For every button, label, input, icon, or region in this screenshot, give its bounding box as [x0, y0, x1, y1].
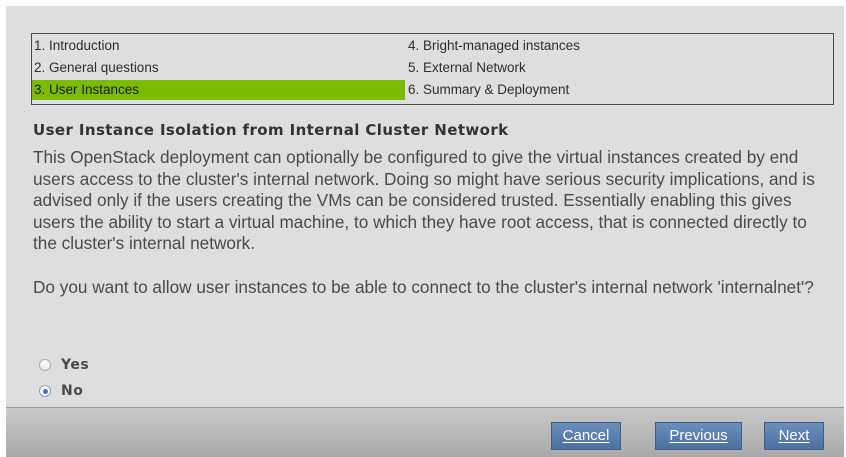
step-summary-deployment[interactable]: 6. Summary & Deployment — [406, 80, 833, 100]
yes-label: Yes — [61, 357, 90, 373]
wizard-steps: 1. Introduction 2. General questions 3. … — [31, 33, 834, 105]
previous-button[interactable]: Previous — [655, 422, 742, 450]
step-bright-managed-instances[interactable]: 4. Bright-managed instances — [406, 36, 833, 56]
option-yes[interactable]: Yes — [39, 356, 89, 374]
step-introduction[interactable]: 1. Introduction — [32, 36, 405, 56]
section-title: User Instance Isolation from Internal Cl… — [33, 121, 509, 139]
description-paragraph: This OpenStack deployment can optionally… — [33, 147, 815, 254]
question-paragraph: Do you want to allow user instances to b… — [33, 277, 814, 297]
button-bar: Cancel Previous Next — [6, 407, 844, 457]
next-button[interactable]: Next — [764, 422, 824, 450]
step-user-instances[interactable]: 3. User Instances — [32, 80, 405, 100]
no-radio[interactable] — [39, 385, 51, 397]
option-no[interactable]: No — [39, 382, 83, 400]
yes-radio[interactable] — [39, 359, 51, 371]
step-external-network[interactable]: 5. External Network — [406, 58, 833, 78]
cancel-button[interactable]: Cancel — [551, 422, 621, 450]
no-label: No — [61, 383, 84, 399]
wizard-window: 1. Introduction 2. General questions 3. … — [6, 6, 844, 457]
step-general-questions[interactable]: 2. General questions — [32, 58, 405, 78]
